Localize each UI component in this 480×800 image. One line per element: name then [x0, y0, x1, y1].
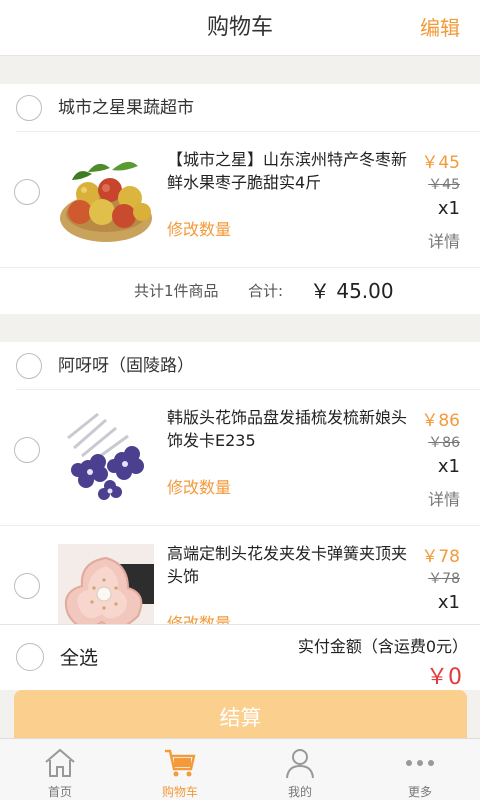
item-count: 共计1件商品 — [134, 282, 219, 300]
store-header: 阿呀呀（固陵路） — [16, 342, 480, 390]
product-image-hairpin[interactable] — [58, 408, 154, 504]
product-price: ￥78 — [421, 547, 460, 567]
product-quantity: x1 — [437, 592, 460, 613]
product-price: ￥86 — [421, 411, 460, 431]
edit-button[interactable]: 编辑 — [420, 0, 460, 56]
item-checkbox[interactable] — [14, 179, 40, 205]
store-header: 城市之星果蔬超市 — [16, 84, 480, 132]
page-title: 购物车 — [206, 15, 273, 40]
product-original-price: ￥78 — [428, 571, 460, 587]
store-checkbox[interactable] — [16, 95, 42, 121]
store-checkbox[interactable] — [16, 353, 42, 379]
modify-quantity-link[interactable]: 修改数量 — [167, 610, 231, 624]
cart-item: 高端定制头花发夹发卡弹簧夹顶夹头饰 修改数量 ￥78 ￥78 x1 详情 — [0, 526, 480, 624]
store-section: 城市之星果蔬超市 【城市之星】山东滨州特产冬枣新鲜水果枣子脆甜实4斤 修改数量 … — [0, 84, 480, 314]
cart-list[interactable]: 城市之星果蔬超市 【城市之星】山东滨州特产冬枣新鲜水果枣子脆甜实4斤 修改数量 … — [0, 84, 480, 624]
detail-link[interactable]: 详情 — [428, 486, 460, 510]
store-name[interactable]: 城市之星果蔬超市 — [58, 84, 194, 132]
total-label: 合计: — [248, 282, 284, 300]
store-section: 阿呀呀（固陵路） 韩版头花饰品盘发插梳发梳新娘头饰发卡E235 修改数量 ￥86… — [0, 342, 480, 624]
product-original-price: ￥45 — [428, 177, 460, 193]
product-quantity: x1 — [437, 456, 460, 477]
top-bar: 购物车 编辑 — [0, 0, 480, 56]
product-image-hair-clip[interactable] — [58, 544, 154, 624]
tab-more[interactable]: 更多 — [360, 739, 480, 800]
product-title[interactable]: 韩版头花饰品盘发插梳发梳新娘头饰发卡E235 — [167, 406, 417, 452]
tab-bar: 首页 购物车 我的 更多 — [0, 738, 480, 800]
tab-label: 更多 — [407, 785, 432, 799]
product-image-jujube[interactable] — [58, 150, 154, 246]
product-title[interactable]: 高端定制头花发夹发卡弹簧夹顶夹头饰 — [167, 542, 417, 588]
tab-label: 购物车 — [161, 785, 198, 799]
store-summary: 共计1件商品 合计: ￥ 45.00 — [0, 268, 480, 314]
select-all-label[interactable]: 全选 — [60, 625, 98, 691]
app-root: 购物车 编辑 城市之星果蔬超市 【城市之星】山东滨州特产冬枣新鲜水果枣子脆甜实4… — [0, 0, 480, 800]
tab-profile[interactable]: 我的 — [240, 739, 360, 800]
cart-item: 【城市之星】山东滨州特产冬枣新鲜水果枣子脆甜实4斤 修改数量 ￥45 ￥45 x… — [0, 132, 480, 268]
tab-label: 我的 — [287, 785, 312, 799]
user-icon — [286, 749, 314, 779]
store-name[interactable]: 阿呀呀（固陵路） — [58, 342, 194, 390]
total-value: ￥ 45.00 — [310, 279, 394, 303]
select-all-checkbox[interactable] — [16, 643, 44, 671]
product-price: ￥45 — [421, 153, 460, 173]
cart-item: 韩版头花饰品盘发插梳发梳新娘头饰发卡E235 修改数量 ￥86 ￥86 x1 详… — [0, 390, 480, 526]
tab-cart[interactable]: 购物车 — [120, 739, 240, 800]
tab-home[interactable]: 首页 — [0, 739, 120, 800]
item-checkbox[interactable] — [14, 437, 40, 463]
pay-amount-value: ￥0 — [426, 665, 462, 690]
product-title[interactable]: 【城市之星】山东滨州特产冬枣新鲜水果枣子脆甜实4斤 — [167, 148, 417, 194]
item-checkbox[interactable] — [14, 573, 40, 599]
product-quantity: x1 — [437, 198, 460, 219]
detail-link[interactable]: 详情 — [428, 228, 460, 252]
select-all-bar: 全选 实付金额（含运费0元） ￥0 — [0, 624, 480, 690]
more-icon — [406, 760, 434, 766]
home-icon — [45, 748, 75, 777]
section-divider — [0, 314, 480, 342]
cart-icon — [165, 749, 196, 777]
modify-quantity-link[interactable]: 修改数量 — [167, 474, 231, 498]
product-original-price: ￥86 — [428, 435, 460, 451]
modify-quantity-link[interactable]: 修改数量 — [167, 216, 231, 240]
tab-label: 首页 — [47, 785, 72, 799]
pay-amount-label: 实付金额（含运费0元） — [297, 637, 468, 656]
